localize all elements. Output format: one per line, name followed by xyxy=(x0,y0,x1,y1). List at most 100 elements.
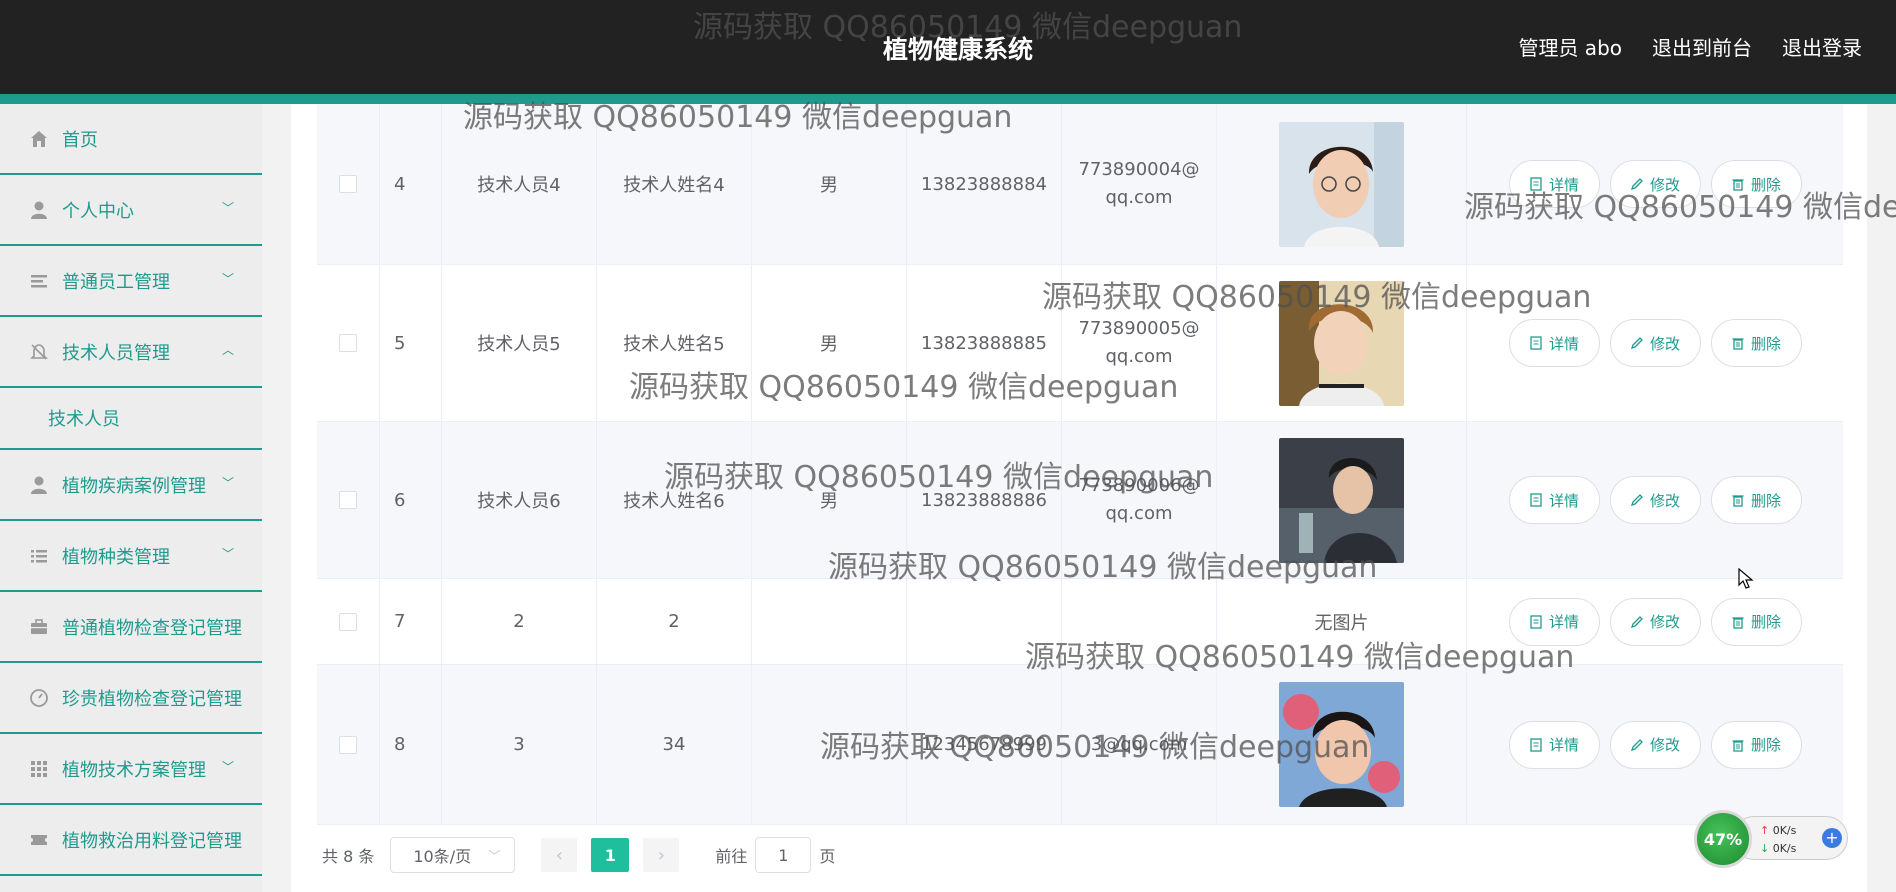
actions-cell: 详情 修改 删除 xyxy=(1467,265,1843,421)
sidebar-item-personal-center[interactable]: 个人中心 ﹀ xyxy=(0,175,262,246)
grid-icon xyxy=(28,758,50,780)
sidebar-item-disease-cases[interactable]: 植物疾病案例管理 ﹀ xyxy=(0,450,262,521)
edit-button[interactable]: 修改 xyxy=(1609,720,1701,769)
logout-link[interactable]: 退出登录 xyxy=(1782,32,1862,61)
document-icon xyxy=(1530,336,1542,350)
phone-cell: 13823888884 xyxy=(907,104,1062,264)
delete-button[interactable]: 删除 xyxy=(1710,597,1802,646)
detail-label: 详情 xyxy=(1548,736,1579,754)
gender-cell: 男 xyxy=(752,104,907,264)
goto-page: 前往 1 页 xyxy=(715,837,835,873)
prev-page-button[interactable]: ‹ xyxy=(541,838,578,872)
download-speed: ↓ 0K/s xyxy=(1760,842,1796,855)
sidebar-item-technician-management[interactable]: 技术人员管理 ︿ xyxy=(0,317,262,388)
chevron-down-icon: ﹀ xyxy=(221,476,234,490)
avatar-photo xyxy=(1279,280,1404,406)
phone-cell: 13823888886 xyxy=(907,422,1062,578)
sidebar-item-label: 个人中心 xyxy=(62,200,134,222)
detail-button[interactable]: 详情 xyxy=(1508,476,1600,524)
sidebar-item-label: 植物种类管理 xyxy=(62,546,170,568)
upload-speed: ↑ 0K/s xyxy=(1760,824,1796,837)
sidebar-item-normal-plant-check[interactable]: 普通植物检查登记管理 xyxy=(0,592,262,663)
delete-button[interactable]: 删除 xyxy=(1710,319,1802,367)
admin-user-link[interactable]: 管理员 abo xyxy=(1518,32,1622,61)
photo-cell xyxy=(1217,665,1467,824)
edit-button[interactable]: 修改 xyxy=(1609,597,1701,646)
actions-cell: 详情 修改 删除 xyxy=(1467,422,1843,578)
photo-cell xyxy=(1217,104,1467,264)
sidebar-item-label: 植物救治用料登记管理 xyxy=(62,830,242,852)
sidebar: 首页 个人中心 ﹀ 普通员工管理 ﹀ 技术人员管理 ︿ 技术人员 植物疾病案例管… xyxy=(0,104,262,892)
bell-off-icon xyxy=(28,341,50,363)
detail-button[interactable]: 详情 xyxy=(1508,597,1600,646)
sidebar-item-label: 植物技术方案管理 xyxy=(62,759,206,781)
name-cell: 技术人姓名5 xyxy=(597,265,752,421)
photo-cell xyxy=(1217,265,1467,421)
edit-button[interactable]: 修改 xyxy=(1609,319,1701,367)
edit-label: 修改 xyxy=(1649,175,1680,194)
document-icon xyxy=(1530,614,1542,629)
edit-button[interactable]: 修改 xyxy=(1609,476,1701,524)
exit-to-front-link[interactable]: 退出到前台 xyxy=(1652,32,1752,61)
row-checkbox[interactable] xyxy=(339,735,357,754)
email-cell: 773890005@qq.com xyxy=(1062,265,1217,421)
chevron-down-icon: ﹀ xyxy=(221,272,234,286)
next-page-button[interactable]: › xyxy=(643,838,680,872)
sidebar-item-staff-management[interactable]: 普通员工管理 ﹀ xyxy=(0,246,262,317)
sidebar-item-label: 植物疾病案例管理 xyxy=(62,475,206,497)
home-icon xyxy=(28,128,50,150)
sidebar-item-home[interactable]: 首页 xyxy=(0,104,262,175)
cpu-usage-gauge: 47% xyxy=(1694,810,1752,868)
row-checkbox[interactable] xyxy=(339,612,357,631)
delete-button[interactable]: 删除 xyxy=(1710,160,1802,208)
sidebar-item-treatment-materials[interactable]: 植物救治用料登记管理 xyxy=(0,805,262,876)
row-checkbox[interactable] xyxy=(339,334,357,352)
row-checkbox[interactable] xyxy=(339,175,357,193)
trash-icon xyxy=(1732,338,1744,350)
chevron-down-icon: ﹀ xyxy=(221,201,234,215)
delete-button[interactable]: 删除 xyxy=(1710,476,1802,524)
detail-button[interactable]: 详情 xyxy=(1508,160,1600,208)
table-row: 7 2 2 无图片 详情 修改 删除 xyxy=(317,579,1843,665)
table-row: 6 技术人员6 技术人姓名6 男 13823888886 773890006@q… xyxy=(317,422,1843,579)
email-cell: 773890006@qq.com xyxy=(1062,422,1217,578)
edit-button[interactable]: 修改 xyxy=(1609,160,1701,208)
row-checkbox[interactable] xyxy=(339,491,357,509)
gauge-icon xyxy=(28,687,50,709)
page-number-current[interactable]: 1 xyxy=(591,838,630,872)
detail-label: 详情 xyxy=(1548,334,1579,353)
document-icon xyxy=(1530,737,1542,752)
ticket-icon xyxy=(28,829,50,851)
goto-page-input[interactable]: 1 xyxy=(755,837,812,873)
sidebar-item-rare-plant-check[interactable]: 珍贵植物检查登记管理 xyxy=(0,663,262,734)
pencil-icon xyxy=(1630,178,1643,191)
name-cell: 技术人姓名6 xyxy=(597,422,752,578)
detail-button[interactable]: 详情 xyxy=(1508,319,1600,367)
sidebar-subitem-technician[interactable]: 技术人员 xyxy=(0,388,262,450)
avatar-photo xyxy=(1279,682,1404,807)
delete-button[interactable]: 删除 xyxy=(1710,720,1802,769)
row-checkbox-cell xyxy=(317,422,380,578)
sidebar-item-label: 首页 xyxy=(62,129,98,151)
email-text: 773890006@qq.com xyxy=(1078,475,1200,524)
sidebar-item-tech-plans[interactable]: 植物技术方案管理 ﹀ xyxy=(0,734,262,805)
sidebar-item-label: 珍贵植物检查登记管理 xyxy=(62,688,242,710)
email-text: 3@qq.com xyxy=(1090,733,1188,755)
gender-cell xyxy=(752,665,907,824)
page-size-select[interactable]: 10条/页 ﹀ xyxy=(390,837,516,873)
delete-label: 删除 xyxy=(1750,613,1781,631)
edit-label: 修改 xyxy=(1649,334,1680,353)
name-cell: 34 xyxy=(597,665,752,824)
edit-label: 修改 xyxy=(1649,613,1680,631)
detail-button[interactable]: 详情 xyxy=(1508,720,1600,769)
net-speed-widget[interactable]: 47% ↑ 0K/s ↓ 0K/s + xyxy=(1694,810,1852,868)
sidebar-item-plant-species[interactable]: 植物种类管理 ﹀ xyxy=(0,521,262,592)
pencil-icon xyxy=(1630,615,1643,628)
briefcase-icon xyxy=(28,616,50,638)
page-size-value: 10条/页 xyxy=(413,847,472,866)
plus-icon[interactable]: + xyxy=(1822,828,1842,848)
gender-cell xyxy=(752,579,907,664)
pagination: 共 8 条 10条/页 ﹀ ‹ 1 › 前往 1 页 xyxy=(322,837,835,873)
account-cell: 3 xyxy=(442,665,597,824)
pencil-icon xyxy=(1630,494,1643,507)
